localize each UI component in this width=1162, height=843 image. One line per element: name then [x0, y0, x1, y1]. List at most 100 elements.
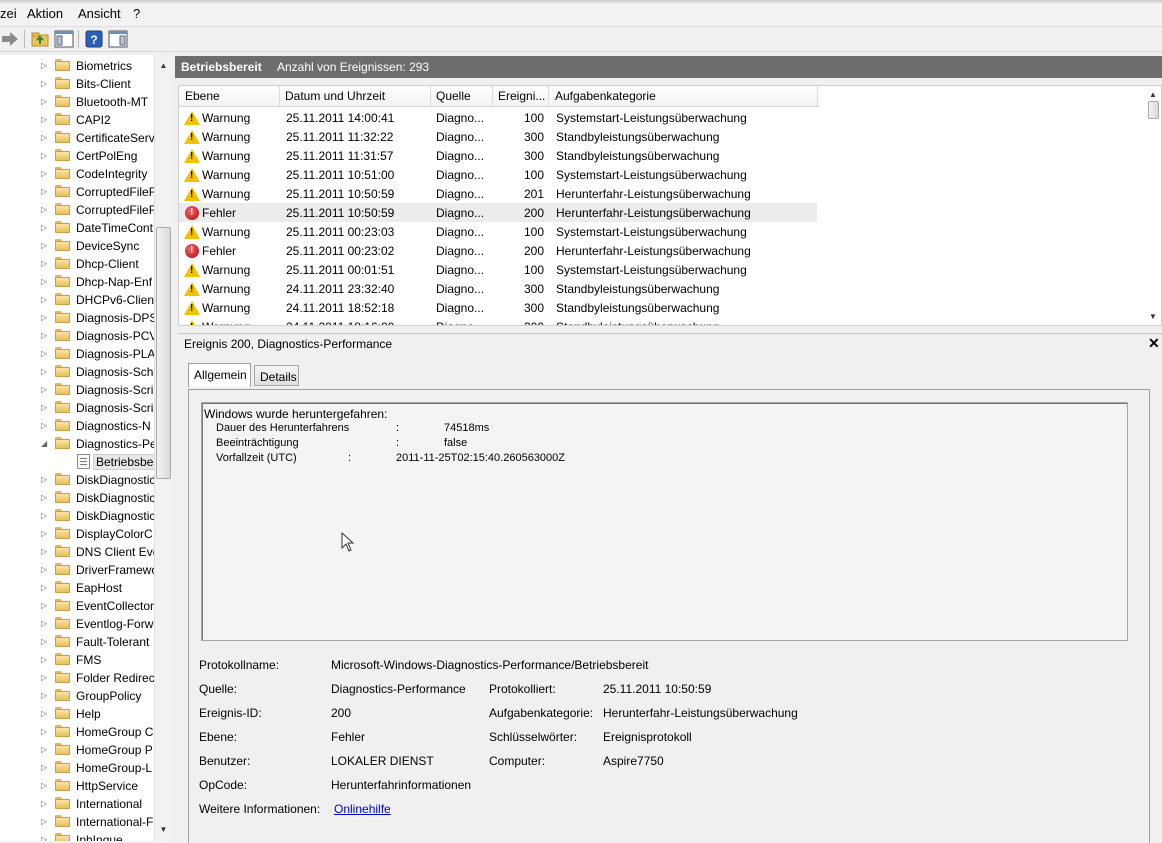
collapsed-arrow-icon[interactable]: ▷	[41, 619, 51, 629]
tree-item[interactable]: ▷ CodeIntegrity	[0, 165, 154, 183]
event-row[interactable]: ! Warnung 25.11.2011 00:01:51 Diagno... Syst…	[179, 260, 817, 279]
collapsed-arrow-icon[interactable]: ▷	[41, 241, 51, 251]
tree-item[interactable]: ▷ Diagnosis-PCV	[0, 327, 154, 345]
tree-item[interactable]: ▷ HttpService	[0, 777, 154, 795]
collapsed-arrow-icon[interactable]: ▷	[41, 709, 51, 719]
collapsed-arrow-icon[interactable]: ▷	[41, 601, 51, 611]
collapsed-arrow-icon[interactable]: ▷	[41, 295, 51, 305]
tree-item[interactable]: ▷ GroupPolicy	[0, 687, 154, 705]
online-help-link[interactable]: Onlinehilfe	[334, 802, 391, 816]
collapsed-arrow-icon[interactable]: ▷	[41, 115, 51, 125]
tree-item[interactable]: ▷ Dhcp-Nap-Enf	[0, 273, 154, 291]
collapsed-arrow-icon[interactable]: ▷	[41, 637, 51, 647]
event-row[interactable]: ! Warnung 25.11.2011 00:23:03 Diagno... Syst…	[179, 222, 817, 241]
collapsed-arrow-icon[interactable]: ▷	[41, 781, 51, 791]
collapsed-arrow-icon[interactable]: ▷	[41, 565, 51, 575]
tree-item[interactable]: ▷ CertificateServ	[0, 129, 154, 147]
scroll-up-arrow-icon[interactable]: ▲	[155, 57, 172, 74]
close-icon[interactable]: ✕	[1148, 335, 1160, 352]
collapsed-arrow-icon[interactable]: ▷	[41, 349, 51, 359]
event-row[interactable]: ! Warnung 25.11.2011 11:32:22 Diagno... Stan…	[179, 127, 817, 146]
column-header-quelle[interactable]: Quelle	[436, 89, 471, 103]
tree-item[interactable]: ▷ Bits-Client	[0, 75, 154, 93]
tab-allgemein[interactable]: Allgemein	[188, 363, 251, 387]
tree-item[interactable]: ▷ Folder Redirec	[0, 669, 154, 687]
collapsed-arrow-icon[interactable]: ▷	[41, 205, 51, 215]
collapsed-arrow-icon[interactable]: ▷	[41, 475, 51, 485]
collapsed-arrow-icon[interactable]: ▷	[41, 133, 51, 143]
forward-arrow-icon[interactable]	[0, 29, 20, 49]
collapsed-arrow-icon[interactable]: ▷	[41, 187, 51, 197]
collapsed-arrow-icon[interactable]: ▷	[41, 169, 51, 179]
event-list-scroll-thumb[interactable]	[1148, 101, 1159, 119]
menu-ansicht[interactable]: Ansicht	[78, 6, 121, 21]
collapsed-arrow-icon[interactable]: ▷	[41, 547, 51, 557]
event-row[interactable]: !Warnung 24.11.2011 18:16:00 Diagno... Stan…	[179, 317, 817, 325]
collapsed-arrow-icon[interactable]: ▷	[41, 61, 51, 71]
collapsed-arrow-icon[interactable]: ▷	[41, 151, 51, 161]
tree-scroll-thumb[interactable]	[156, 227, 171, 479]
event-row[interactable]: ! Fehler 25.11.2011 10:50:59 Diagno... Herun…	[179, 203, 817, 222]
tree-item[interactable]: ▷ Diagnostics-N	[0, 417, 154, 435]
collapsed-arrow-icon[interactable]: ▷	[41, 421, 51, 431]
event-row[interactable]: ! Warnung 25.11.2011 14:00:41 Diagno... Syst…	[179, 108, 817, 127]
tree-item[interactable]: ▷ Diagnosis-Scri	[0, 381, 154, 399]
tree-item[interactable]: ▷ Help	[0, 705, 154, 723]
tree-item[interactable]: ▷ DNS Client Eve	[0, 543, 154, 561]
scroll-down-arrow-icon[interactable]: ▼	[1145, 308, 1161, 325]
tab-details[interactable]: Details	[254, 365, 299, 386]
collapsed-arrow-icon[interactable]: ▷	[41, 745, 51, 755]
event-row[interactable]: ! Warnung 24.11.2011 23:32:40 Diagno... Stan…	[179, 279, 817, 298]
collapsed-arrow-icon[interactable]: ▷	[41, 385, 51, 395]
menu-datei[interactable]: zei	[0, 6, 17, 21]
tree-item[interactable]: ▷ Bluetooth-MT	[0, 93, 154, 111]
collapsed-arrow-icon[interactable]: ▷	[41, 817, 51, 827]
scroll-down-arrow-icon[interactable]: ▼	[155, 821, 172, 838]
show-action-pane-icon[interactable]	[108, 29, 128, 49]
event-description-box[interactable]: Windows wurde heruntergefahren: Dauer de…	[201, 402, 1128, 641]
collapsed-arrow-icon[interactable]: ▷	[41, 79, 51, 89]
tree-item[interactable]: ▷ DriverFramewo	[0, 561, 154, 579]
collapsed-arrow-icon[interactable]: ▷	[41, 493, 51, 503]
column-header-aufgabenkategorie[interactable]: Aufgabenkategorie	[555, 89, 656, 103]
collapsed-arrow-icon[interactable]: ▷	[41, 97, 51, 107]
tree-item[interactable]: ▷ EapHost	[0, 579, 154, 597]
tree-item[interactable]: ▷ HomeGroup P	[0, 741, 154, 759]
column-header-ebene[interactable]: Ebene	[185, 89, 220, 103]
show-hide-console-tree-icon[interactable]	[54, 29, 74, 49]
tree-item[interactable]: ▷ CorruptedFileF	[0, 183, 154, 201]
collapsed-arrow-icon[interactable]: ▷	[41, 223, 51, 233]
tree-item[interactable]: ▷ Eventlog-Forw	[0, 615, 154, 633]
event-row[interactable]: ! Fehler 25.11.2011 00:23:02 Diagno... Herun…	[179, 241, 817, 260]
tree-item[interactable]: ◢ Diagnostics-Pe	[0, 435, 154, 453]
tree-item[interactable]: ▷ CertPolEng	[0, 147, 154, 165]
tree-item[interactable]: ▷ EventCollector	[0, 597, 154, 615]
collapsed-arrow-icon[interactable]: ▷	[41, 331, 51, 341]
collapsed-arrow-icon[interactable]: ▷	[41, 799, 51, 809]
tree-item[interactable]: ▷ DHCPv6-Clien	[0, 291, 154, 309]
tree-item[interactable]: ▷ CorruptedFileF	[0, 201, 154, 219]
tree-item[interactable]: ▷ DateTimeCont	[0, 219, 154, 237]
tree-item[interactable]: ▷ DiskDiagnostic	[0, 471, 154, 489]
tree-item[interactable]: ▷ CAPI2	[0, 111, 154, 129]
tree-item[interactable]: ▷ FMS	[0, 651, 154, 669]
tree-item[interactable]: ▷ DiskDiagnostic	[0, 507, 154, 525]
tree-scrollbar[interactable]: ▲ ▼	[154, 55, 172, 841]
collapsed-arrow-icon[interactable]: ▷	[41, 529, 51, 539]
column-separator[interactable]	[817, 86, 818, 106]
tree-item[interactable]: ▷ DisplayColorC	[0, 525, 154, 543]
event-row[interactable]: ! Warnung 25.11.2011 10:51:00 Diagno... Syst…	[179, 165, 817, 184]
tree-item[interactable]: ▷ HomeGroup C	[0, 723, 154, 741]
tree-item[interactable]: ▷ Diagnosis-Scri	[0, 399, 154, 417]
collapsed-arrow-icon[interactable]: ▷	[41, 763, 51, 773]
collapsed-arrow-icon[interactable]: ▷	[41, 403, 51, 413]
tree-item[interactable]: ▷ Biometrics	[0, 57, 154, 75]
column-separator[interactable]	[279, 86, 280, 106]
tree-item[interactable]: ▷ International-F	[0, 813, 154, 831]
tree-item[interactable]: ▷ HomeGroup-L	[0, 759, 154, 777]
column-header-ereignis-id[interactable]: Ereigni...	[498, 89, 545, 103]
folder-up-icon[interactable]	[30, 29, 50, 49]
tree-item[interactable]: ▷ Dhcp-Client	[0, 255, 154, 273]
collapsed-arrow-icon[interactable]: ▷	[41, 673, 51, 683]
collapsed-arrow-icon[interactable]: ▷	[41, 583, 51, 593]
